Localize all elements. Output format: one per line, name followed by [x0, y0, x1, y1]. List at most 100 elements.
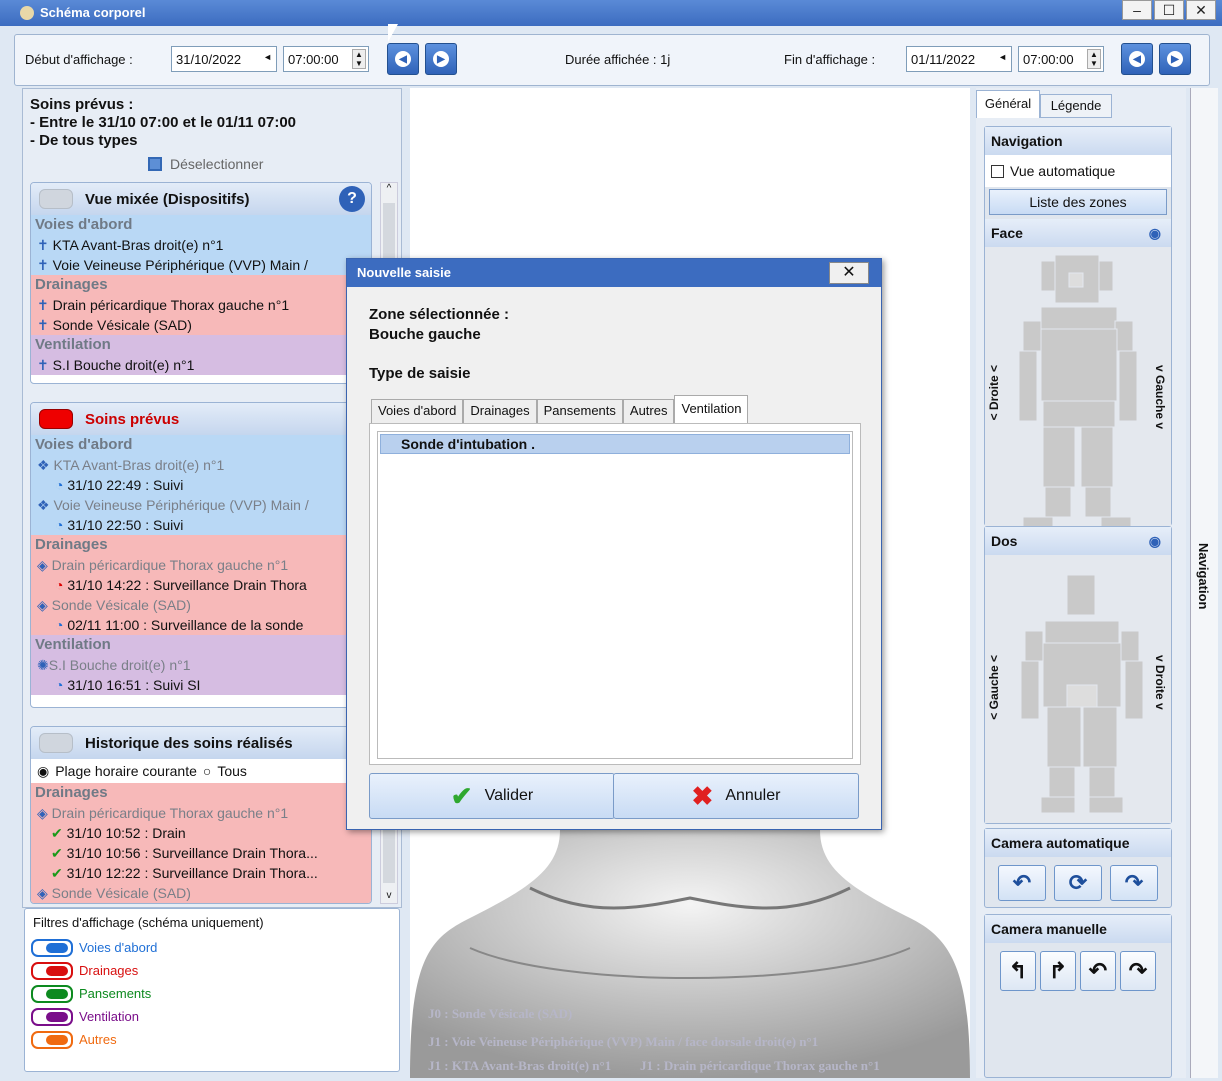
zone-value: Bouche gauche — [369, 326, 481, 343]
toggle-switch[interactable] — [31, 984, 73, 1003]
tab-voies-abord[interactable]: Voies d'abord — [371, 399, 464, 423]
navigation-header: Navigation — [985, 127, 1171, 155]
camera-up-left-button[interactable]: ↰ — [1000, 951, 1036, 991]
back-body-map[interactable]: < Gauche < v Droite v — [985, 555, 1171, 823]
arrow-curve-right-icon: ↷ — [1128, 958, 1148, 983]
list-item[interactable]: ◔ 31/10 16:51 : Suivi SI — [31, 675, 371, 695]
end-prev-button[interactable]: ◀ — [1121, 43, 1153, 75]
list-item[interactable]: ◈ Sonde Vésicale (SAD) — [31, 595, 371, 615]
entry-list[interactable]: Sonde d'intubation . — [377, 431, 853, 759]
dropdown-arrow-icon[interactable]: ◄ — [998, 52, 1007, 62]
camera-left-button[interactable]: ↶ — [1080, 951, 1116, 991]
minimize-button[interactable]: – — [1122, 0, 1152, 20]
list-item[interactable]: ◈ Drain péricardique Thorax gauche n°1 — [31, 555, 371, 575]
camera-up-right-button[interactable]: ↱ — [1040, 951, 1076, 991]
tab-drainages[interactable]: Drainages — [463, 399, 537, 423]
end-date-field[interactable]: 01/11/2022 ◄ — [906, 46, 1012, 72]
eye-icon[interactable]: ◉ — [1149, 527, 1161, 555]
toggle-switch[interactable] — [31, 1007, 73, 1026]
window-controls: – ☐ ✕ — [1122, 0, 1216, 22]
list-item[interactable]: ✔ 31/10 12:22 : Surveillance Drain Thora… — [31, 863, 371, 883]
start-time-field[interactable]: 07:00:00 ▲ ▼ — [283, 46, 369, 72]
close-window-button[interactable]: ✕ — [1186, 0, 1216, 20]
eye-icon[interactable]: ◉ — [1149, 219, 1161, 247]
filter-item[interactable]: Autres — [25, 1028, 399, 1051]
list-item[interactable]: ✝ Voie Veineuse Périphérique (VVP) Main … — [31, 255, 371, 275]
reset-camera-button[interactable]: ⟳ — [1054, 865, 1102, 901]
camera-right-button[interactable]: ↷ — [1120, 951, 1156, 991]
list-item[interactable]: ✺S.I Bouche droit(e) n°1 — [31, 655, 371, 675]
start-date-field[interactable]: 31/10/2022 ◄ — [171, 46, 277, 72]
toggle-switch[interactable] — [31, 1030, 73, 1049]
dialog-close-button[interactable]: ✕ — [829, 262, 869, 284]
filter-item[interactable]: Pansements — [25, 982, 399, 1005]
list-item[interactable]: ✝ Sonde Vésicale (SAD) — [31, 315, 371, 335]
vertical-tab-label: Navigation — [1196, 543, 1211, 610]
tab-general[interactable]: Général — [976, 90, 1040, 118]
body-label: J1 : Voie Veineuse Périphérique (VVP) Ma… — [428, 1034, 819, 1049]
toggle-switch[interactable] — [31, 938, 73, 957]
toggle-switch[interactable] — [39, 733, 73, 753]
mixed-view-header[interactable]: Vue mixée (Dispositifs) ? — [31, 183, 371, 215]
list-item[interactable]: ✔ 31/10 10:52 : Drain — [31, 823, 371, 843]
time-spinner-icon[interactable]: ▲ ▼ — [1087, 49, 1101, 69]
list-item[interactable]: ✝ Drain péricardique Thorax gauche n°1 — [31, 295, 371, 315]
check-icon: ✔ — [51, 865, 67, 881]
dropdown-arrow-icon[interactable]: ◄ — [263, 52, 272, 62]
planned-care-header[interactable]: Soins prévus — [31, 403, 371, 435]
filter-item[interactable]: Voies d'abord — [25, 936, 399, 959]
toggle-switch[interactable] — [39, 409, 73, 429]
deselect-button[interactable]: Déselectionner — [148, 156, 263, 172]
validate-button[interactable]: ✔ Valider — [369, 773, 615, 819]
auto-view-checkbox[interactable]: Vue automatique — [985, 155, 1171, 187]
filter-item[interactable]: Drainages — [25, 959, 399, 982]
validate-label: Valider — [484, 787, 534, 804]
scroll-down-icon[interactable]: v — [381, 890, 397, 901]
list-item[interactable]: ◔ 31/10 22:50 : Suivi — [31, 515, 371, 535]
start-time-value: 07:00:00 — [288, 51, 339, 67]
tab-autres[interactable]: Autres — [622, 399, 675, 423]
history-header[interactable]: Historique des soins réalisés — [31, 727, 371, 759]
clock-icon: ◔ — [55, 577, 68, 593]
mouse-cursor-icon — [388, 24, 398, 42]
list-item[interactable]: ✝ KTA Avant-Bras droit(e) n°1 — [31, 235, 371, 255]
face-body-map[interactable]: < Droite < v Gauche v — [985, 247, 1171, 539]
tab-legend[interactable]: Légende — [1040, 94, 1112, 118]
toggle-switch[interactable] — [31, 961, 73, 980]
start-next-button[interactable]: ▶ — [425, 43, 457, 75]
list-item[interactable]: ◔ 31/10 22:49 : Suivi — [31, 475, 371, 495]
toggle-switch[interactable] — [39, 189, 73, 209]
list-item[interactable]: ◔ 02/11 11:00 : Surveillance de la sonde — [31, 615, 371, 635]
list-item[interactable]: ✝ S.I Bouche droit(e) n°1 — [31, 355, 371, 375]
end-time-field[interactable]: 07:00:00 ▲ ▼ — [1018, 46, 1104, 72]
filter-item[interactable]: Ventilation — [25, 1005, 399, 1028]
list-item-selected[interactable]: Sonde d'intubation . — [380, 434, 850, 454]
zone-list-button[interactable]: Liste des zones — [989, 189, 1167, 215]
drain-icon: ◈ — [37, 597, 52, 613]
list-item[interactable]: ❖ Voie Veineuse Périphérique (VVP) Main … — [31, 495, 371, 515]
tab-ventilation[interactable]: Ventilation — [674, 395, 749, 423]
radio-unchecked-icon[interactable]: ○ — [203, 763, 211, 779]
tab-pansements[interactable]: Pansements — [536, 399, 623, 423]
list-item[interactable]: ✔ 31/10 10:56 : Surveillance Drain Thora… — [31, 843, 371, 863]
rotate-left-button[interactable]: ↶ — [998, 865, 1046, 901]
summary-line: - Entre le 31/10 07:00 et le 01/11 07:00 — [30, 114, 297, 131]
checkbox-icon — [148, 157, 162, 171]
list-item[interactable]: ◔ 31/10 14:22 : Surveillance Drain Thora — [31, 575, 371, 595]
scroll-up-icon[interactable]: ^ — [381, 183, 397, 194]
end-next-button[interactable]: ▶ — [1159, 43, 1191, 75]
rotate-right-button[interactable]: ↷ — [1110, 865, 1158, 901]
start-prev-button[interactable]: ◀ — [387, 43, 419, 75]
time-spinner-icon[interactable]: ▲ ▼ — [352, 49, 366, 69]
filter-label: Drainages — [79, 963, 139, 978]
list-item[interactable]: ◈ Drain péricardique Thorax gauche n°1 — [31, 803, 371, 823]
list-item[interactable]: ◈ Sonde Vésicale (SAD) — [31, 883, 371, 903]
list-item[interactable]: ❖ KTA Avant-Bras droit(e) n°1 — [31, 455, 371, 475]
maximize-button[interactable]: ☐ — [1154, 0, 1184, 20]
help-icon[interactable]: ? — [339, 186, 365, 212]
radio-checked-icon[interactable]: ◉ — [37, 763, 49, 780]
navigation-vertical-tab[interactable]: Navigation — [1190, 88, 1218, 1078]
checkbox-icon[interactable] — [991, 164, 1004, 178]
cancel-button[interactable]: ✖ Annuler — [613, 773, 859, 819]
zone-label: Zone sélectionnée : — [369, 306, 510, 323]
